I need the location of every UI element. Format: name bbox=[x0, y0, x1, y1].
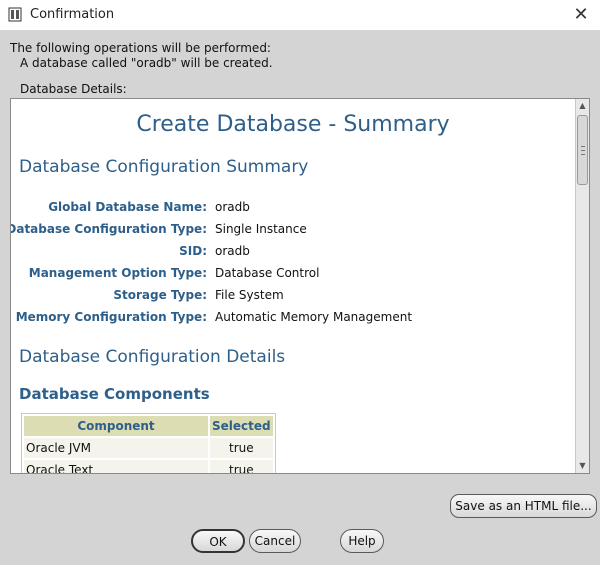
database-details-panel[interactable]: Create Database - Summary Database Confi… bbox=[10, 98, 590, 474]
components-table: Component Selected Oracle JVM true Oracl… bbox=[21, 413, 276, 473]
summary-row: Global Database Name: oradb bbox=[11, 200, 575, 218]
cancel-button[interactable]: Cancel bbox=[249, 529, 301, 553]
scroll-up-arrow-icon[interactable]: ▲ bbox=[576, 99, 589, 113]
summary-row: Database Configuration Type: Single Inst… bbox=[11, 222, 575, 240]
table-row: Oracle JVM true bbox=[24, 438, 273, 458]
summary-row: SID: oradb bbox=[11, 244, 575, 262]
grip-line bbox=[581, 154, 585, 155]
row-value: File System bbox=[215, 288, 284, 302]
scrollbar-thumb[interactable] bbox=[577, 115, 588, 185]
grip-line bbox=[581, 146, 585, 147]
selected-cell: true bbox=[210, 438, 273, 458]
row-label: Management Option Type: bbox=[28, 266, 207, 280]
row-value: oradb bbox=[215, 244, 250, 258]
row-value: oradb bbox=[215, 200, 250, 214]
row-label: Memory Configuration Type: bbox=[15, 310, 207, 324]
summary-title: Create Database - Summary bbox=[136, 112, 450, 137]
row-label: Database Configuration Type: bbox=[11, 222, 207, 236]
grip-line bbox=[581, 150, 585, 151]
config-details-heading: Database Configuration Details bbox=[19, 347, 286, 367]
component-cell: Oracle JVM bbox=[24, 438, 208, 458]
row-value: Single Instance bbox=[215, 222, 307, 236]
summary-content: Create Database - Summary Database Confi… bbox=[11, 99, 575, 473]
column-header-selected: Selected bbox=[210, 416, 273, 436]
ok-button[interactable]: OK bbox=[191, 529, 245, 553]
summary-row: Management Option Type: Database Control bbox=[11, 266, 575, 284]
row-value: Database Control bbox=[215, 266, 320, 280]
config-summary-heading: Database Configuration Summary bbox=[19, 157, 309, 177]
component-cell: Oracle Text bbox=[24, 460, 208, 473]
row-label: SID: bbox=[179, 244, 207, 258]
database-app-icon bbox=[8, 7, 22, 22]
column-header-component: Component bbox=[24, 416, 208, 436]
row-label: Global Database Name: bbox=[48, 200, 207, 214]
components-heading: Database Components bbox=[19, 385, 210, 403]
close-icon[interactable]: ✕ bbox=[570, 4, 592, 26]
row-label: Storage Type: bbox=[113, 288, 207, 302]
table-row: Oracle Text true bbox=[24, 460, 273, 473]
operation-description: A database called "oradb" will be create… bbox=[20, 56, 273, 70]
vertical-scrollbar[interactable]: ▲ ▼ bbox=[575, 99, 589, 473]
table-header-row: Component Selected bbox=[24, 416, 273, 436]
row-value: Automatic Memory Management bbox=[215, 310, 413, 324]
scroll-down-arrow-icon[interactable]: ▼ bbox=[576, 459, 589, 473]
save-html-button[interactable]: Save as an HTML file... bbox=[450, 494, 597, 518]
summary-row: Storage Type: File System bbox=[11, 288, 575, 306]
title-bar: Confirmation ✕ bbox=[0, 0, 600, 30]
help-button[interactable]: Help bbox=[340, 529, 384, 553]
operations-intro-text: The following operations will be perform… bbox=[10, 41, 271, 55]
summary-row: Memory Configuration Type: Automatic Mem… bbox=[11, 310, 575, 328]
window-title: Confirmation bbox=[30, 7, 115, 22]
selected-cell: true bbox=[210, 460, 273, 473]
details-label: Database Details: bbox=[20, 82, 127, 96]
